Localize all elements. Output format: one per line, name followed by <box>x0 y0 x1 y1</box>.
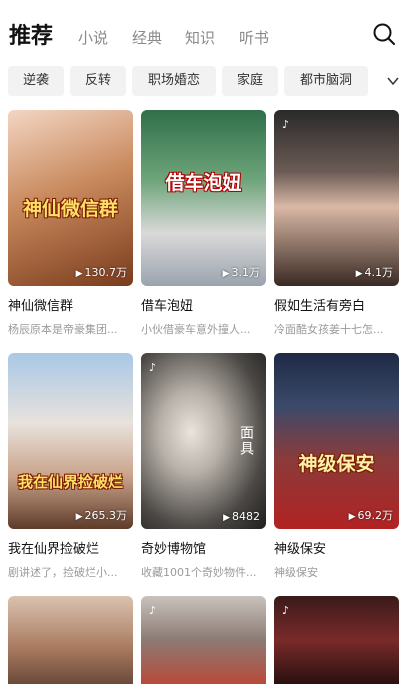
card-description: 杨辰原本是帝豪集团... <box>8 323 118 336</box>
drama-card[interactable]: 神级保安 ▶ 69.2万 神级保安 神级保安 <box>274 353 399 580</box>
play-icon: ▶ <box>348 512 356 522</box>
card-title: 神级保安 <box>274 542 327 557</box>
poster-title: 借车泡妞 <box>165 172 242 194</box>
tiktok-icon: ♪ <box>282 604 290 617</box>
play-icon: ▶ <box>222 269 230 279</box>
poster: 神仙微信群 ▶ 130.7万 <box>8 110 133 286</box>
card-description: 收藏1001个奇妙物件... <box>141 566 257 579</box>
view-count: ▶ 130.7万 <box>75 266 127 279</box>
chevron-down-icon[interactable] <box>386 74 400 88</box>
view-count: ▶ 69.2万 <box>348 509 393 522</box>
drama-card[interactable]: 我在仙界捡破烂 ▶ 265.3万 我在仙界捡破烂 剧讲述了，捡破烂小... <box>8 353 133 580</box>
tab-knowledge[interactable]: 知识 <box>185 27 215 48</box>
card-description: 神级保安 <box>274 566 318 579</box>
chip-reversal-rise[interactable]: 逆袭 <box>8 66 64 96</box>
chip-twist[interactable]: 反转 <box>70 66 126 96</box>
tab-audiobook[interactable]: 听书 <box>239 27 269 48</box>
card-description: 剧讲述了，捡破烂小... <box>8 566 118 579</box>
chip-urban-fantasy[interactable]: 都市脑洞 <box>284 66 368 96</box>
play-icon: ▶ <box>355 269 363 279</box>
drama-card[interactable]: 神仙微信群 ▶ 130.7万 神仙微信群 杨辰原本是帝豪集团... <box>8 110 133 337</box>
chip-workplace-romance[interactable]: 职场婚恋 <box>132 66 216 96</box>
top-nav: 推荐 小说 经典 知识 听书 <box>0 0 406 62</box>
tiktok-icon: ♪ <box>149 361 157 374</box>
poster-title: 神级保安 <box>298 453 375 475</box>
poster: 我在仙界捡破烂 ▶ 265.3万 <box>8 353 133 529</box>
card-title: 我在仙界捡破烂 <box>8 542 100 557</box>
tab-recommend[interactable]: 推荐 <box>9 18 53 50</box>
poster: ♪ <box>141 596 266 684</box>
poster: 借车泡妞 ▶ 3.1万 <box>141 110 266 286</box>
view-count: ▶ 8482 <box>223 510 260 523</box>
card-title: 借车泡妞 <box>141 299 194 314</box>
poster-side-label: 面具 <box>238 425 254 457</box>
view-count: ▶ 265.3万 <box>75 509 127 522</box>
poster: ♪ <box>274 596 399 684</box>
play-icon: ▶ <box>223 513 230 523</box>
card-title: 奇妙博物馆 <box>141 542 207 557</box>
play-icon: ▶ <box>75 269 83 279</box>
poster: ♪ 面具 ▶ 8482 <box>141 353 266 529</box>
card-title: 神仙微信群 <box>8 299 74 314</box>
poster-title: 我在仙界捡破烂 <box>17 473 123 491</box>
drama-card[interactable]: ♪ 面具 ▶ 8482 奇妙博物馆 收藏1001个奇妙物件... <box>141 353 266 580</box>
category-chips: 逆袭 反转 职场婚恋 家庭 都市脑洞 <box>0 66 406 96</box>
view-count: ▶ 4.1万 <box>355 266 393 279</box>
drama-card[interactable]: 借车泡妞 ▶ 3.1万 借车泡妞 小伙借豪车意外撞人... <box>141 110 266 337</box>
poster-title: 神仙微信群 <box>22 198 118 220</box>
drama-card[interactable]: ♪ <box>274 596 399 684</box>
chip-family[interactable]: 家庭 <box>222 66 278 96</box>
search-icon[interactable] <box>372 22 396 46</box>
view-count: ▶ 3.1万 <box>222 266 260 279</box>
drama-card[interactable]: ♪ ▶ 4.1万 假如生活有旁白 冷面酷女孩姜十七怎... <box>274 110 399 337</box>
poster: ♪ ▶ 4.1万 <box>274 110 399 286</box>
card-title: 假如生活有旁白 <box>274 299 366 314</box>
play-icon: ▶ <box>75 512 83 522</box>
poster: 神级保安 ▶ 69.2万 <box>274 353 399 529</box>
tab-novel[interactable]: 小说 <box>78 27 108 48</box>
drama-card[interactable]: ♪ <box>141 596 266 684</box>
card-description: 小伙借豪车意外撞人... <box>141 323 251 336</box>
tiktok-icon: ♪ <box>149 604 157 617</box>
card-description: 冷面酷女孩姜十七怎... <box>274 323 384 336</box>
drama-card[interactable] <box>8 596 133 684</box>
tab-classic[interactable]: 经典 <box>132 27 162 48</box>
poster <box>8 596 133 684</box>
tiktok-icon: ♪ <box>282 118 290 131</box>
